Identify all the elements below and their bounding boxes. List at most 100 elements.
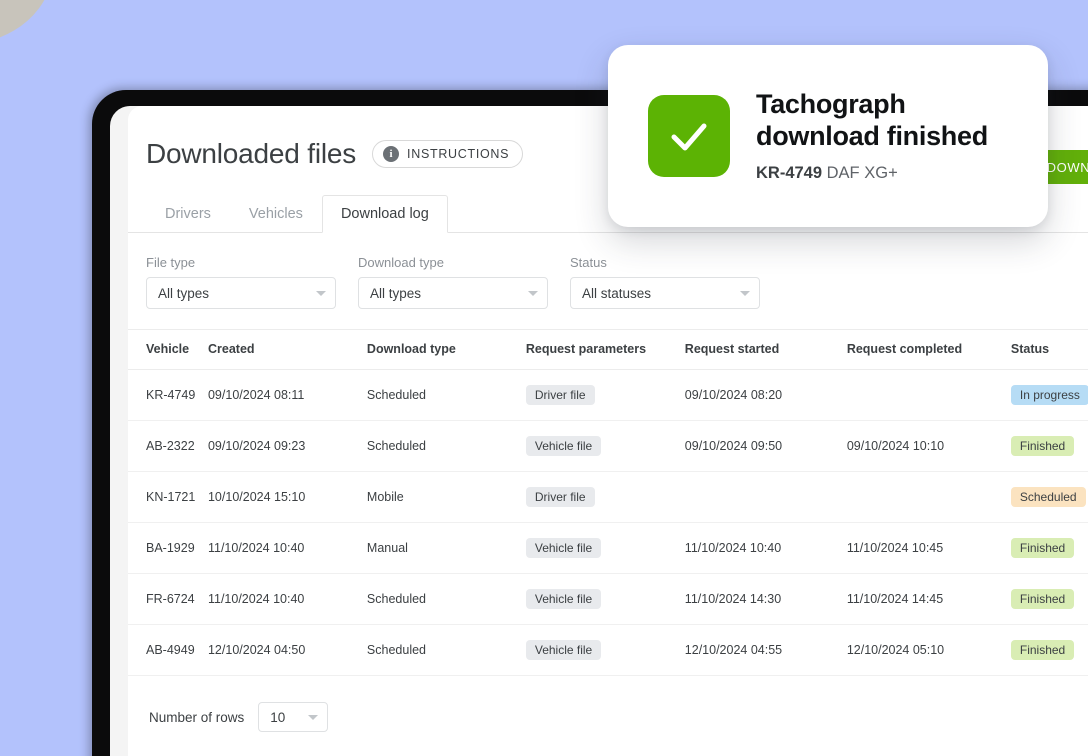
filter-download-type-label: Download type [358, 255, 444, 270]
tab-drivers[interactable]: Drivers [146, 195, 230, 232]
decorative-corner-shape [0, 0, 54, 44]
filter-file-type-label: File type [146, 255, 196, 270]
filter-status: Status All statuses [570, 255, 760, 309]
table-row[interactable]: KN-1721 10/10/2024 15:10 Mobile Driver f… [128, 471, 1088, 523]
filter-file-type-select[interactable]: All types [146, 277, 336, 309]
cell-request-parameters: Vehicle file [525, 573, 685, 625]
column-header-vehicle[interactable]: Vehicle [128, 329, 208, 370]
cell-vehicle: FR-6724 [128, 573, 208, 625]
request-parameter-chip: Vehicle file [525, 640, 602, 660]
cell-created: 12/10/2024 04:50 [207, 624, 367, 676]
table-footer: Number of rows 10 [128, 676, 1088, 756]
chevron-down-icon [308, 715, 319, 720]
cell-status: Scheduled [1010, 471, 1088, 523]
cell-request-completed: 11/10/2024 14:45 [846, 573, 1011, 625]
cell-request-parameters: Driver file [525, 471, 685, 523]
cell-vehicle: KN-1721 [128, 471, 208, 523]
cell-status: Finished [1010, 420, 1088, 472]
number-of-rows-select[interactable]: 10 [258, 702, 329, 732]
request-parameter-chip: Driver file [525, 487, 595, 507]
toast-subtitle: KR-4749 DAF XG+ [756, 164, 988, 183]
status-badge: Finished [1010, 589, 1075, 609]
request-parameter-chip: Vehicle file [525, 436, 602, 456]
cell-vehicle: KR-4749 [128, 369, 208, 421]
column-header-status[interactable]: Status [1010, 329, 1088, 370]
cell-request-started [684, 471, 847, 523]
toast-vehicle-model: DAF XG+ [826, 163, 898, 182]
check-icon [648, 95, 730, 177]
column-header-request-started[interactable]: Request started [684, 329, 847, 370]
cell-request-completed: 09/10/2024 10:10 [846, 420, 1011, 472]
status-badge: Scheduled [1010, 487, 1086, 507]
status-badge: In progress [1010, 385, 1088, 405]
table-header: Vehicle Created Download type Request pa… [128, 329, 1088, 370]
cell-request-completed: 11/10/2024 10:45 [846, 522, 1011, 574]
cell-request-started: 11/10/2024 14:30 [684, 573, 847, 625]
table-body: KR-4749 09/10/2024 08:11 Scheduled Drive… [128, 369, 1088, 676]
column-header-request-completed[interactable]: Request completed [846, 329, 1011, 370]
chevron-down-icon [528, 291, 538, 296]
cell-download-type: Scheduled [366, 624, 526, 676]
cell-created: 09/10/2024 08:11 [207, 369, 367, 421]
filter-download-type-value: All types [370, 285, 422, 301]
filter-status-select[interactable]: All statuses [570, 277, 760, 309]
request-parameter-chip: Vehicle file [525, 538, 602, 558]
toast-title-line1: Tachograph [756, 89, 906, 120]
cell-request-started: 12/10/2024 04:55 [684, 624, 847, 676]
page-title: Downloaded files [146, 138, 357, 169]
cell-request-completed: 12/10/2024 05:10 [846, 624, 1011, 676]
tab-vehicles[interactable]: Vehicles [230, 195, 322, 232]
number-of-rows-value: 10 [270, 709, 286, 725]
cell-request-parameters: Vehicle file [525, 624, 685, 676]
cell-download-type: Scheduled [366, 573, 526, 625]
status-badge: Finished [1010, 640, 1075, 660]
table-row[interactable]: KR-4749 09/10/2024 08:11 Scheduled Drive… [128, 369, 1088, 421]
cell-vehicle: AB-4949 [128, 624, 208, 676]
cell-created: 09/10/2024 09:23 [207, 420, 367, 472]
filters-row: File type All types Download type All ty… [128, 233, 1088, 329]
cell-vehicle: AB-2322 [128, 420, 208, 472]
instructions-button-label: INSTRUCTIONS [407, 147, 510, 161]
column-header-download-type[interactable]: Download type [366, 329, 526, 370]
filter-download-type-select[interactable]: All types [358, 277, 548, 309]
filter-status-label: Status [570, 255, 607, 270]
filter-status-value: All statuses [582, 285, 652, 301]
status-badge: Finished [1010, 538, 1075, 558]
cell-download-type: Scheduled [366, 420, 526, 472]
chevron-down-icon [740, 291, 750, 296]
table-row[interactable]: AB-2322 09/10/2024 09:23 Scheduled Vehic… [128, 420, 1088, 472]
cell-request-parameters: Vehicle file [525, 522, 685, 574]
cell-status: Finished [1010, 522, 1088, 574]
tab-panel-download-log: File type All types Download type All ty… [128, 232, 1088, 756]
table-row[interactable]: FR-6724 11/10/2024 10:40 Scheduled Vehic… [128, 573, 1088, 625]
cell-request-started: 11/10/2024 10:40 [684, 522, 847, 574]
filter-file-type: File type All types [146, 255, 336, 309]
instructions-button[interactable]: i INSTRUCTIONS [372, 140, 524, 168]
cell-request-started: 09/10/2024 09:50 [684, 420, 847, 472]
download-log-table: Vehicle Created Download type Request pa… [128, 329, 1088, 676]
toast-vehicle-plate: KR-4749 [756, 163, 823, 182]
request-parameter-chip: Vehicle file [525, 589, 602, 609]
toast-title-line2: download finished [756, 121, 988, 151]
cell-request-completed [846, 369, 1011, 421]
cell-request-started: 09/10/2024 08:20 [684, 369, 847, 421]
info-icon: i [383, 146, 400, 162]
cell-request-parameters: Driver file [525, 369, 685, 421]
table-row[interactable]: BA-1929 11/10/2024 10:40 Manual Vehicle … [128, 522, 1088, 574]
cell-request-parameters: Vehicle file [525, 420, 685, 472]
cell-download-type: Manual [366, 522, 526, 574]
table-row[interactable]: AB-4949 12/10/2024 04:50 Scheduled Vehic… [128, 624, 1088, 676]
column-header-created[interactable]: Created [207, 329, 367, 370]
tab-download-log[interactable]: Download log [321, 195, 448, 233]
filter-file-type-value: All types [158, 285, 210, 301]
cell-download-type: Mobile [366, 471, 526, 523]
toast-notification: Tachograph download finished KR-4749 DAF… [608, 45, 1048, 227]
column-header-request-parameters[interactable]: Request parameters [525, 329, 685, 370]
cell-created: 10/10/2024 15:10 [207, 471, 367, 523]
filter-download-type: Download type All types [358, 255, 548, 309]
cell-download-type: Scheduled [366, 369, 526, 421]
cell-status: In progress [1010, 369, 1088, 421]
cell-created: 11/10/2024 10:40 [207, 573, 367, 625]
cell-status: Finished [1010, 624, 1088, 676]
request-parameter-chip: Driver file [525, 385, 595, 405]
